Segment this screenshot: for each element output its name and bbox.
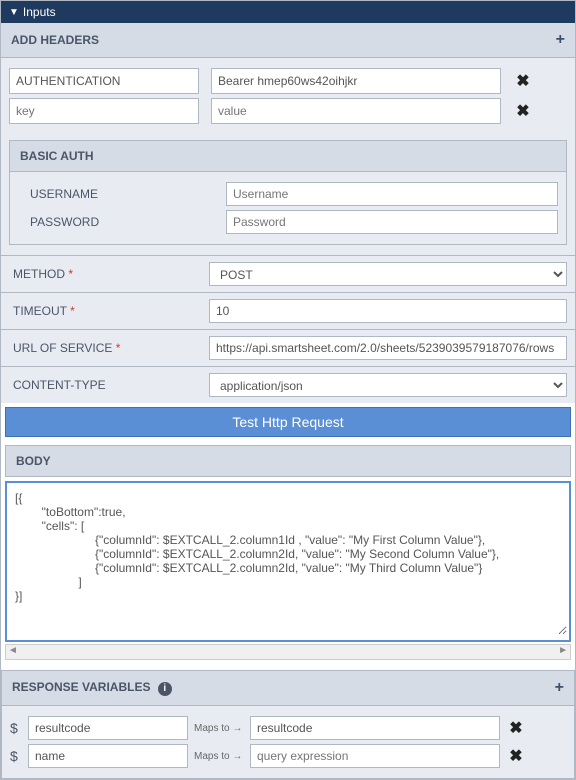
response-var-expr-input[interactable] xyxy=(250,716,500,740)
add-response-variable-button[interactable]: + xyxy=(555,679,564,697)
add-header-button[interactable]: + xyxy=(556,31,565,49)
header-row: ✖ xyxy=(9,98,567,124)
response-variables-title-bar: RESPONSE VARIABLES i + xyxy=(1,670,575,706)
remove-response-variable-button[interactable]: ✖ xyxy=(506,746,526,766)
test-http-request-button[interactable]: Test Http Request xyxy=(5,407,571,437)
remove-header-button[interactable]: ✖ xyxy=(513,101,533,121)
header-key-input[interactable] xyxy=(9,98,199,124)
timeout-label: TIMEOUT * xyxy=(9,304,209,318)
body-textarea[interactable] xyxy=(9,485,567,635)
header-row: ✖ xyxy=(9,68,567,94)
body-title: BODY xyxy=(5,445,571,477)
url-input[interactable] xyxy=(209,336,567,360)
password-input[interactable] xyxy=(226,210,558,234)
username-label: USERNAME xyxy=(18,187,218,201)
info-icon[interactable]: i xyxy=(158,682,172,696)
remove-header-button[interactable]: ✖ xyxy=(513,71,533,91)
collapse-triangle-icon: ▼ xyxy=(9,7,19,18)
add-headers-label: ADD HEADERS xyxy=(11,33,99,47)
content-type-label: CONTENT-TYPE xyxy=(9,378,209,392)
response-variables-label: RESPONSE VARIABLES xyxy=(12,680,150,694)
inputs-title: Inputs xyxy=(23,5,56,19)
username-input[interactable] xyxy=(226,182,558,206)
response-variable-row: $ Maps to → ✖ xyxy=(10,744,566,768)
basic-auth-label: BASIC AUTH xyxy=(20,149,94,163)
horizontal-scrollbar[interactable] xyxy=(5,644,571,660)
inputs-header[interactable]: ▼ Inputs xyxy=(1,1,575,23)
header-key-input[interactable] xyxy=(9,68,199,94)
response-var-name-input[interactable] xyxy=(28,716,188,740)
method-label: METHOD * xyxy=(9,267,209,281)
timeout-input[interactable] xyxy=(209,299,567,323)
dollar-sign-icon: $ xyxy=(10,748,22,764)
response-var-name-input[interactable] xyxy=(28,744,188,768)
maps-to-label: Maps to → xyxy=(194,751,244,762)
arrow-right-icon: → xyxy=(232,751,242,762)
response-var-expr-input[interactable] xyxy=(250,744,500,768)
body-container xyxy=(5,481,571,642)
arrow-right-icon: → xyxy=(232,723,242,734)
method-select[interactable]: POST xyxy=(209,262,567,286)
dollar-sign-icon: $ xyxy=(10,720,22,736)
url-label: URL OF SERVICE * xyxy=(9,341,209,355)
header-value-input[interactable] xyxy=(211,98,501,124)
basic-auth-body: USERNAME PASSWORD xyxy=(10,172,566,244)
maps-to-label: Maps to → xyxy=(194,723,244,734)
add-headers-title-bar: ADD HEADERS + xyxy=(1,23,575,58)
password-label: PASSWORD xyxy=(18,215,218,229)
basic-auth-title-bar: BASIC AUTH xyxy=(10,141,566,172)
remove-response-variable-button[interactable]: ✖ xyxy=(506,718,526,738)
response-variable-row: $ Maps to → ✖ xyxy=(10,716,566,740)
add-headers-body: ✖ ✖ xyxy=(1,58,575,134)
content-type-select[interactable]: application/json xyxy=(209,373,567,397)
header-value-input[interactable] xyxy=(211,68,501,94)
